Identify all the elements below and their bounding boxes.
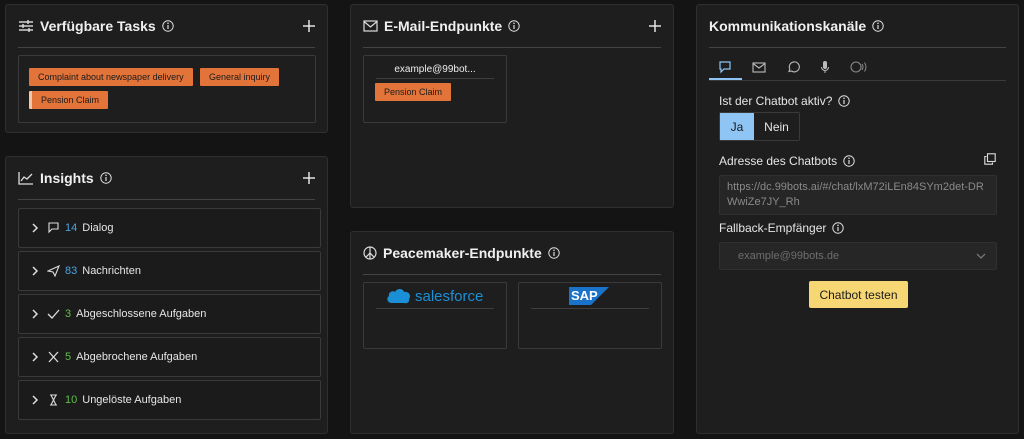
info-icon[interactable]	[838, 95, 851, 107]
divider	[376, 78, 494, 79]
insight-count: 5	[65, 351, 72, 363]
sap-logo-text: SAP	[571, 288, 598, 303]
email-panel: E-Mail-Endpunkte example@99bot... Pensio…	[350, 4, 674, 208]
add-insight-button[interactable]	[303, 172, 315, 184]
test-chatbot-button[interactable]: Chatbot testen	[809, 281, 908, 308]
insight-count: 3	[65, 308, 72, 320]
task-tag[interactable]: Complaint about newspaper delivery	[29, 68, 193, 86]
sliders-icon	[18, 19, 34, 33]
chevron-right-icon	[31, 309, 39, 319]
toggle-yes-button[interactable]: Ja	[720, 113, 754, 140]
insight-label: Abgebrochene Aufgaben	[76, 351, 198, 363]
insight-label: Dialog	[82, 222, 114, 234]
insights-title: Insights	[40, 170, 94, 186]
divider	[376, 308, 494, 309]
info-icon[interactable]	[548, 247, 560, 259]
email-address: example@99bot...	[394, 64, 476, 75]
info-icon[interactable]	[508, 20, 520, 32]
info-icon[interactable]	[872, 20, 884, 32]
chart-line-icon	[18, 171, 34, 185]
fallback-select[interactable]: example@99bots.de	[719, 242, 997, 270]
tasks-panel: Verfügbare Tasks Complaint about newspap…	[5, 4, 328, 133]
tab-mail-icon[interactable]	[744, 57, 774, 77]
send-icon	[47, 265, 60, 277]
chevron-right-icon	[31, 223, 39, 233]
tasks-container: Complaint about newspaper delivery Gener…	[18, 55, 316, 123]
address-label-row: Adresse des Chatbots	[719, 154, 855, 168]
tab-microphone-icon[interactable]	[810, 57, 840, 77]
tab-alexa-icon[interactable]	[844, 57, 874, 77]
task-tag[interactable]: General inquiry	[200, 68, 280, 86]
sap-logo: SAP	[569, 287, 609, 305]
address-label: Adresse des Chatbots	[719, 154, 838, 168]
tasks-title: Verfügbare Tasks	[40, 18, 156, 34]
email-endpoint-card[interactable]: example@99bot... Pension Claim	[363, 55, 507, 123]
insight-count: 83	[65, 265, 78, 277]
insight-label: Nachrichten	[82, 265, 141, 277]
email-title: E-Mail-Endpunkte	[384, 18, 503, 34]
insight-item-aborted[interactable]: 5 Abgebrochene Aufgaben	[18, 337, 321, 377]
copy-icon[interactable]	[984, 153, 996, 165]
envelope-icon	[363, 20, 378, 32]
divider	[531, 308, 649, 309]
insight-label: Ungelöste Aufgaben	[82, 394, 182, 406]
tab-whatsapp-icon[interactable]	[778, 57, 808, 77]
peacemaker-title: Peacemaker-Endpunkte	[383, 245, 542, 261]
chevron-right-icon	[31, 352, 39, 362]
info-icon[interactable]	[832, 222, 845, 234]
info-icon[interactable]	[161, 20, 174, 32]
chevron-down-icon	[976, 253, 986, 259]
peacemaker-header: Peacemaker-Endpunkte	[363, 232, 661, 275]
check-icon	[47, 308, 60, 320]
peace-icon	[363, 246, 377, 260]
channels-panel: Kommunikationskanäle Ist der Chatbot akt…	[696, 4, 1019, 434]
salesforce-logo: salesforce	[386, 287, 483, 305]
add-task-button[interactable]	[303, 20, 315, 32]
chatbot-active-label: Ist der Chatbot aktiv?	[719, 94, 833, 108]
chatbot-active-toggle: Ja Nein	[719, 112, 800, 141]
fallback-label: Fallback-Empfänger	[719, 221, 827, 235]
insight-count: 10	[65, 394, 78, 406]
email-task-tag[interactable]: Pension Claim	[375, 83, 452, 101]
chevron-right-icon	[31, 395, 39, 405]
fallback-label-row: Fallback-Empfänger	[719, 221, 845, 235]
insight-item-unresolved[interactable]: 10 Ungelöste Aufgaben	[18, 380, 321, 420]
sap-endpoint-card[interactable]: SAP	[518, 282, 662, 349]
tab-chat-icon[interactable]	[710, 57, 740, 77]
insight-label: Abgeschlossene Aufgaben	[76, 308, 207, 320]
chat-bubbles-icon	[47, 222, 60, 234]
info-icon[interactable]	[99, 172, 112, 184]
channels-header: Kommunikationskanäle	[709, 5, 1006, 48]
insights-header: Insights	[18, 157, 315, 200]
tasks-header: Verfügbare Tasks	[18, 5, 315, 48]
chatbot-address-field[interactable]: https://dc.99bots.ai/#/chat/lxM72iLEn84S…	[719, 175, 997, 215]
task-tag[interactable]: Pension Claim	[29, 91, 109, 109]
insight-item-dialog[interactable]: 14 Dialog	[18, 208, 321, 248]
salesforce-logo-text: salesforce	[415, 287, 484, 305]
insight-count: 14	[65, 222, 78, 234]
tab-active-underline	[709, 78, 742, 80]
chevron-right-icon	[31, 266, 39, 276]
chatbot-active-label-row: Ist der Chatbot aktiv?	[719, 94, 851, 108]
peacemaker-panel: Peacemaker-Endpunkte salesforce SAP	[350, 231, 674, 434]
x-icon	[47, 351, 60, 363]
add-email-button[interactable]	[649, 20, 661, 32]
insight-item-messages[interactable]: 83 Nachrichten	[18, 251, 321, 291]
insight-item-completed[interactable]: 3 Abgeschlossene Aufgaben	[18, 294, 321, 334]
hourglass-icon	[47, 394, 60, 406]
channels-title: Kommunikationskanäle	[709, 18, 867, 34]
salesforce-endpoint-card[interactable]: salesforce	[363, 282, 507, 349]
email-header: E-Mail-Endpunkte	[363, 5, 661, 48]
insights-panel: Insights 14 Dialog 83 Nachrichten 3 Abge…	[5, 156, 328, 434]
fallback-placeholder: example@99bots.de	[738, 250, 840, 262]
toggle-no-button[interactable]: Nein	[754, 113, 799, 140]
info-icon[interactable]	[843, 155, 855, 167]
